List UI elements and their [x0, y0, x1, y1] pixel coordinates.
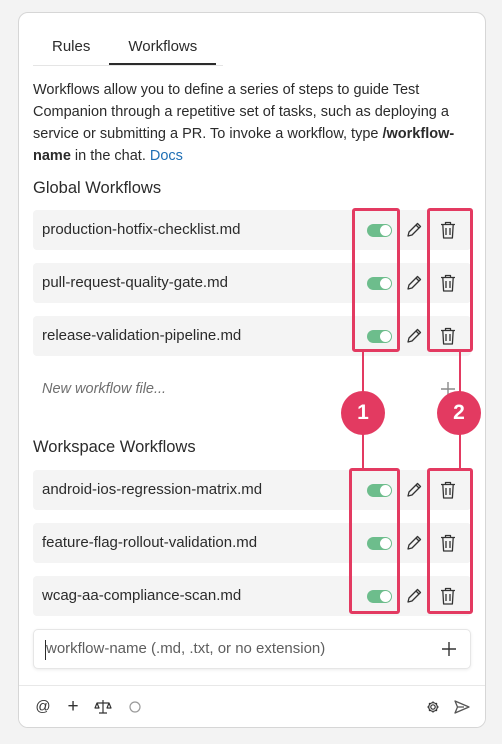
pencil-icon[interactable]	[405, 481, 423, 499]
global-workflow-row: pull-request-quality-gate.md	[33, 263, 471, 303]
workflow-name: feature-flag-rollout-validation.md	[42, 534, 258, 551]
status-circle-icon[interactable]	[125, 697, 145, 717]
send-icon[interactable]	[452, 697, 472, 717]
pencil-icon[interactable]	[405, 327, 423, 345]
workspace-workflows-title: Workspace Workflows	[33, 438, 196, 456]
workflows-description: Workflows allow you to define a series o…	[33, 79, 473, 167]
trash-icon[interactable]	[439, 220, 457, 240]
workspace-workflow-row: android-ios-regression-matrix.md	[33, 470, 471, 510]
new-workflow-placeholder: New workflow file...	[42, 381, 167, 397]
global-workflows-title: Global Workflows	[33, 179, 162, 197]
workflow-enable-toggle[interactable]	[367, 330, 392, 343]
pencil-icon[interactable]	[405, 221, 423, 239]
mention-icon[interactable]: @	[33, 697, 53, 717]
toggle-knob	[380, 278, 391, 289]
workflow-enable-toggle[interactable]	[367, 277, 392, 290]
gear-icon[interactable]	[423, 697, 443, 717]
annotation-badge-2: 2	[437, 391, 481, 435]
trash-icon[interactable]	[439, 586, 457, 606]
workflow-name: wcag-aa-compliance-scan.md	[42, 587, 242, 604]
docs-link[interactable]: Docs	[150, 148, 183, 164]
workflows-panel: Rules Workflows Workflows allow you to d…	[18, 12, 486, 728]
connector-line	[362, 434, 364, 468]
global-workflow-row: production-hotfix-checklist.md	[33, 210, 471, 250]
tab-divider	[33, 65, 223, 66]
add-workflow-plus-icon[interactable]	[439, 639, 459, 659]
tab-rules[interactable]: Rules	[33, 33, 109, 65]
toggle-knob	[380, 331, 391, 342]
workflow-name: release-validation-pipeline.md	[42, 327, 242, 344]
global-workflow-row: release-validation-pipeline.md	[33, 316, 471, 356]
pencil-icon[interactable]	[405, 534, 423, 552]
toggle-knob	[380, 485, 391, 496]
trash-icon[interactable]	[439, 326, 457, 346]
pencil-icon[interactable]	[405, 274, 423, 292]
workflow-name: pull-request-quality-gate.md	[42, 274, 228, 291]
new-global-workflow[interactable]: New workflow file...	[33, 369, 471, 409]
connector-line	[459, 434, 461, 468]
toggle-knob	[380, 225, 391, 236]
connector-line	[459, 352, 461, 394]
tab-workflows[interactable]: Workflows	[109, 33, 217, 65]
workspace-workflow-row: wcag-aa-compliance-scan.md	[33, 576, 471, 616]
chat-toolbar: @ +	[19, 685, 485, 727]
scale-icon[interactable]	[93, 697, 113, 717]
toggle-knob	[380, 538, 391, 549]
annotation-badge-1: 1	[341, 391, 385, 435]
workflow-name: production-hotfix-checklist.md	[42, 221, 241, 238]
connector-line	[362, 352, 364, 394]
description-suffix: in the chat.	[70, 148, 150, 164]
workflow-name: android-ios-regression-matrix.md	[42, 481, 263, 498]
trash-icon[interactable]	[439, 533, 457, 553]
toggle-knob	[380, 591, 391, 602]
workspace-workflow-row: feature-flag-rollout-validation.md	[33, 523, 471, 563]
trash-icon[interactable]	[439, 273, 457, 293]
workflow-name-input[interactable]: workflow-name (.md, .txt, or no extensio…	[33, 629, 471, 669]
add-context-icon[interactable]: +	[63, 697, 83, 717]
tab-bar: Rules Workflows	[33, 33, 217, 65]
trash-icon[interactable]	[439, 480, 457, 500]
workflow-enable-toggle[interactable]	[367, 224, 392, 237]
workflow-enable-toggle[interactable]	[367, 537, 392, 550]
workflow-input-placeholder: workflow-name (.md, .txt, or no extensio…	[46, 640, 326, 657]
workflow-enable-toggle[interactable]	[367, 484, 392, 497]
workflow-enable-toggle[interactable]	[367, 590, 392, 603]
pencil-icon[interactable]	[405, 587, 423, 605]
